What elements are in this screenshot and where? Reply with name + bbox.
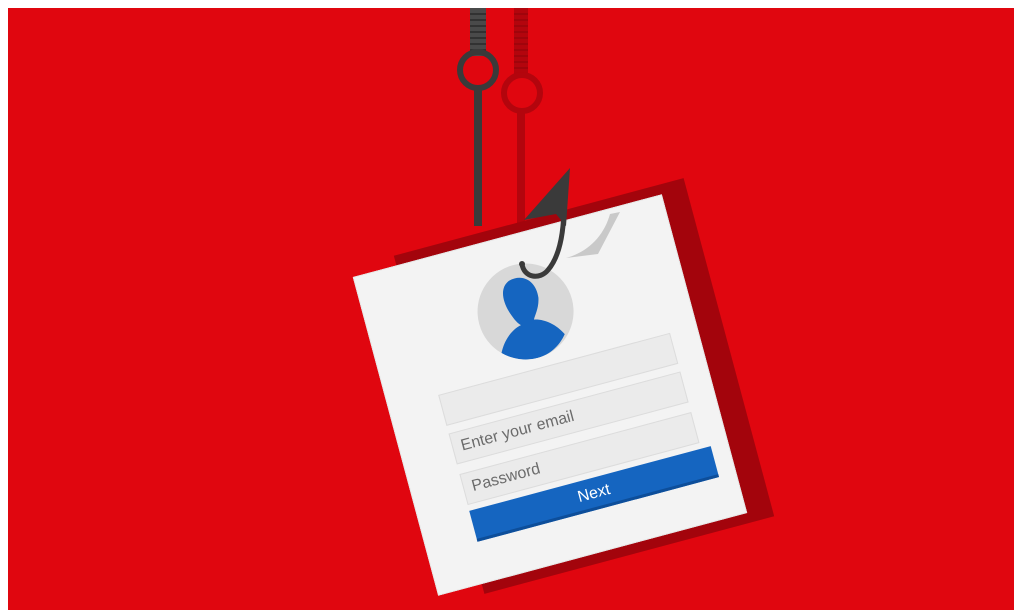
phishing-illustration: Enter your email Password Next xyxy=(8,8,1014,610)
fishing-hook-icon xyxy=(457,8,620,279)
